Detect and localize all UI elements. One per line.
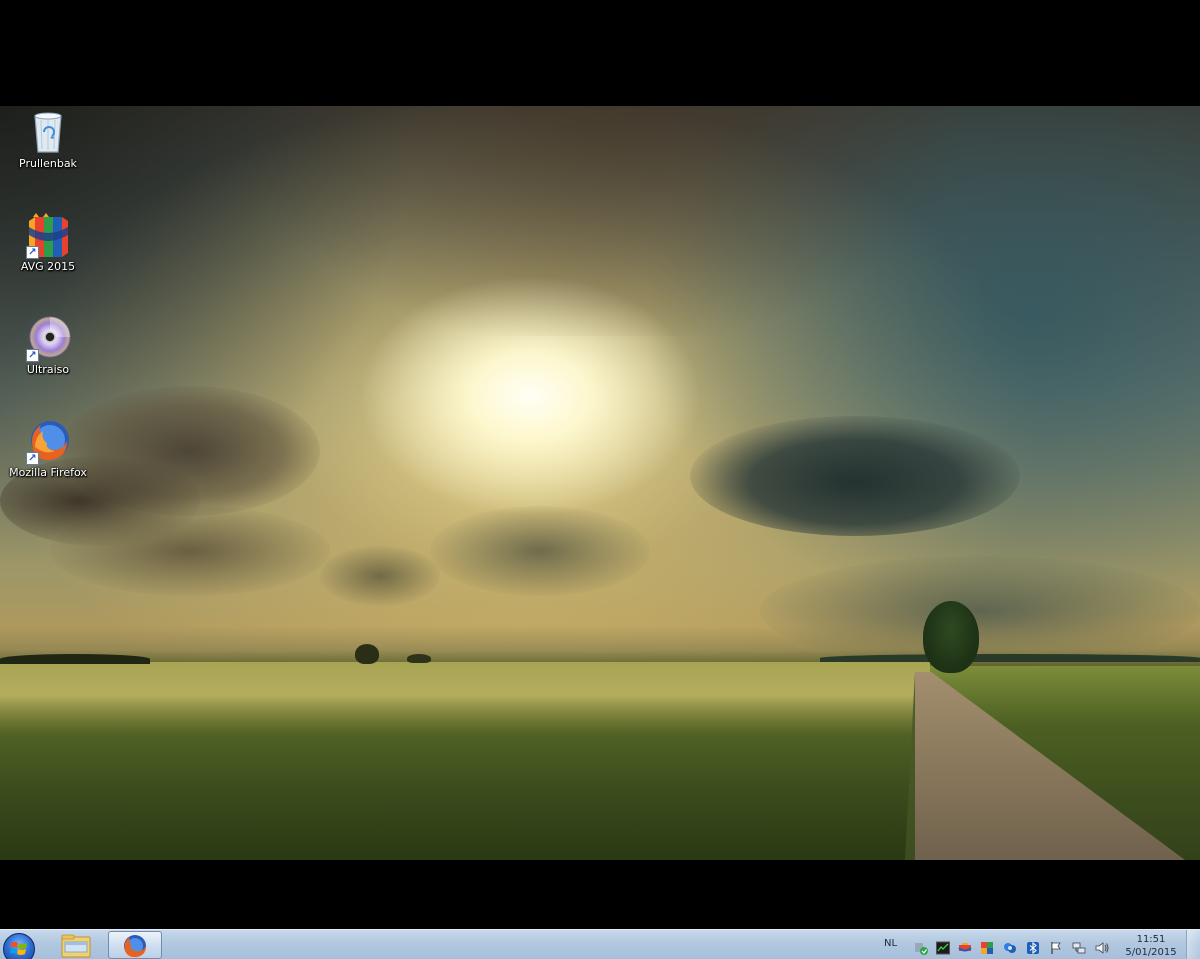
windows-start-icon	[3, 933, 35, 959]
recycle-bin-icon	[25, 110, 71, 156]
desktop-icon-label: Ultraiso	[26, 363, 70, 376]
shortcut-arrow-icon: ↗	[26, 452, 39, 465]
desktop-wallpaper	[0, 106, 1200, 860]
flag-icon[interactable]	[1049, 940, 1063, 954]
start-button[interactable]	[0, 931, 38, 959]
show-desktop-button[interactable]	[1186, 930, 1200, 959]
desktop-icon-label: Mozilla Firefox	[9, 466, 87, 479]
tree	[923, 601, 979, 673]
taskbar-firefox-button[interactable]	[108, 931, 162, 959]
update-icon[interactable]	[914, 940, 928, 955]
desktop-icon-recycle-bin[interactable]: Prullenbak	[3, 110, 93, 170]
color-squares-icon[interactable]	[980, 940, 994, 954]
cloud	[430, 506, 650, 596]
desktop-icon-ultraiso[interactable]: ↗ Ultraiso	[3, 316, 93, 376]
cloud	[690, 416, 1020, 536]
bluetooth-icon[interactable]	[1026, 940, 1040, 955]
cloud	[320, 546, 440, 606]
language-indicator[interactable]: NL	[884, 938, 897, 949]
desktop-icon-label: AVG 2015	[20, 260, 76, 273]
disc-icon: ↗	[25, 316, 71, 362]
system-clock[interactable]: 11:51 5/01/2015	[1120, 933, 1182, 959]
taskbar-explorer-button[interactable]	[48, 931, 102, 959]
desktop-icon-label: Prullenbak	[19, 157, 77, 170]
clock-date: 5/01/2015	[1125, 947, 1177, 958]
desktop-icon-avg[interactable]: ↗ AVG 2015	[3, 213, 93, 273]
tree	[407, 654, 431, 663]
firefox-icon: ↗	[25, 419, 71, 465]
firefox-icon	[124, 935, 146, 958]
network-icon[interactable]	[1072, 940, 1086, 954]
messenger-icon[interactable]	[1003, 940, 1017, 954]
clock-time: 11:51	[1136, 934, 1166, 945]
avg-tray-icon[interactable]	[958, 940, 972, 954]
desktop-icon-firefox[interactable]: ↗ Mozilla Firefox	[3, 419, 93, 479]
sky-shade	[250, 106, 950, 336]
volume-icon[interactable]	[1095, 940, 1109, 954]
shortcut-arrow-icon: ↗	[26, 349, 39, 362]
treeline	[0, 654, 150, 664]
screen: Prullenbak ↗ AVG 2015 ↗ Ultraiso ↗ Mozil…	[0, 0, 1200, 959]
taskbar: NL 11:51 5/01/2015	[0, 929, 1200, 959]
tree	[355, 644, 379, 664]
avg-icon: ↗	[25, 213, 71, 259]
shortcut-arrow-icon: ↗	[26, 246, 39, 259]
monitor-icon[interactable]	[936, 940, 950, 955]
cloud	[50, 506, 330, 596]
field	[0, 696, 930, 860]
treeline	[820, 654, 1200, 662]
file-explorer-icon	[61, 934, 91, 958]
